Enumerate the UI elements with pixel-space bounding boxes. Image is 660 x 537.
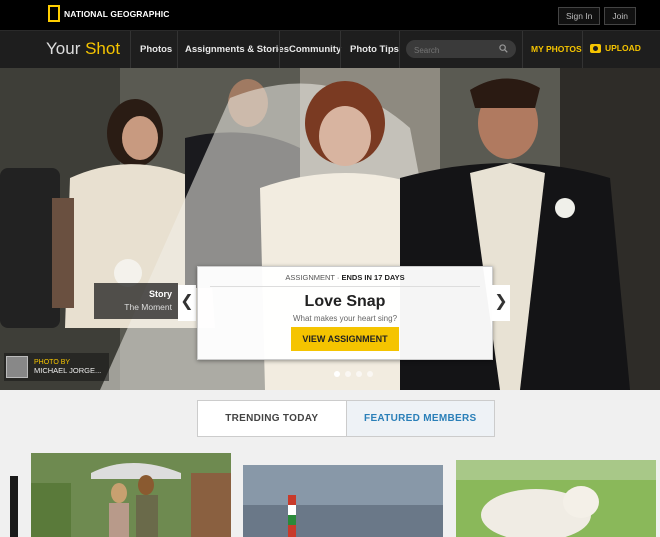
search-input[interactable] (406, 41, 496, 60)
assignment-header: ASSIGNMENT · ENDS IN 17 DAYS (198, 273, 492, 282)
slide-dot[interactable] (345, 371, 351, 377)
auth-links: Sign In Join (557, 7, 636, 25)
nav-photos[interactable]: Photos (140, 44, 172, 55)
top-bar: NATIONAL GEOGRAPHIC Sign In Join (0, 0, 660, 30)
nav-community[interactable]: Community (289, 44, 341, 55)
photo-credit[interactable]: PHOTO BY MICHAEL JORGE... (4, 353, 110, 381)
slide-dot[interactable] (356, 371, 362, 377)
photo-thumbnail[interactable] (31, 453, 231, 537)
slide-dot[interactable] (334, 371, 340, 377)
ng-logo-text: NATIONAL GEOGRAPHIC (64, 8, 170, 19)
upload-button[interactable]: UPLOAD (590, 43, 641, 53)
assignment-subtitle: What makes your heart sing? (292, 314, 398, 323)
view-assignment-button[interactable]: VIEW ASSIGNMENT (291, 327, 399, 351)
sign-in-button[interactable]: Sign In (557, 7, 601, 25)
camera-icon (590, 43, 601, 53)
nav-photo-tips[interactable]: Photo Tips (350, 44, 399, 55)
photographer-name: MICHAEL JORGE... (34, 366, 102, 375)
my-photos-link[interactable]: MY PHOTOS (531, 44, 582, 54)
photo-thumbnail[interactable] (243, 465, 443, 537)
brand-shot: Shot (85, 39, 121, 58)
nav-divider (582, 31, 583, 69)
nav-divider (279, 31, 280, 69)
assignment-title: Love Snap (304, 293, 386, 310)
next-slide-button[interactable]: ❯ (492, 285, 510, 321)
nav-divider (177, 31, 178, 69)
search-box (406, 40, 516, 60)
photo-by-label: PHOTO BY (34, 359, 71, 366)
assignment-card: ASSIGNMENT · ENDS IN 17 DAYS Love Snap W… (197, 266, 493, 360)
national-geographic-logo[interactable]: NATIONAL GEOGRAPHIC (48, 5, 169, 22)
brand-your: Your (46, 39, 81, 58)
story-tag[interactable]: Story The Moment (94, 283, 178, 319)
assignment-deadline: ENDS IN 17 DAYS (341, 273, 405, 282)
slide-dot[interactable] (367, 371, 373, 377)
ng-yellow-frame-icon (48, 5, 60, 22)
tab-trending-today[interactable]: TRENDING TODAY (198, 401, 346, 436)
upload-label: UPLOAD (605, 43, 641, 53)
story-label: Story (148, 289, 172, 299)
nav-divider (340, 31, 341, 69)
photo-thumbnail[interactable] (456, 460, 656, 537)
content-tabs: TRENDING TODAY FEATURED MEMBERS (197, 400, 495, 437)
story-name: The Moment (124, 302, 172, 312)
assignment-prefix: ASSIGNMENT · (285, 273, 342, 282)
assignment-divider (210, 286, 480, 287)
nav-divider (399, 31, 400, 69)
photo-thumbnail-partial[interactable] (10, 476, 18, 537)
tab-featured-members[interactable]: FEATURED MEMBERS (345, 401, 494, 436)
join-button[interactable]: Join (604, 7, 636, 25)
your-shot-brand[interactable]: Your Shot (46, 39, 120, 59)
nav-assignments-stories[interactable]: Assignments & Stories (185, 44, 289, 55)
hero-banner: Story The Moment ❮ ASSIGNMENT · ENDS IN … (0, 68, 660, 390)
slide-indicators (334, 371, 373, 377)
photographer-avatar (6, 356, 28, 378)
prev-slide-button[interactable]: ❮ (178, 285, 196, 321)
search-icon[interactable] (499, 44, 508, 53)
nav-divider (130, 31, 131, 69)
main-nav: Your Shot Photos Assignments & Stories C… (0, 30, 660, 69)
nav-divider (522, 31, 523, 69)
